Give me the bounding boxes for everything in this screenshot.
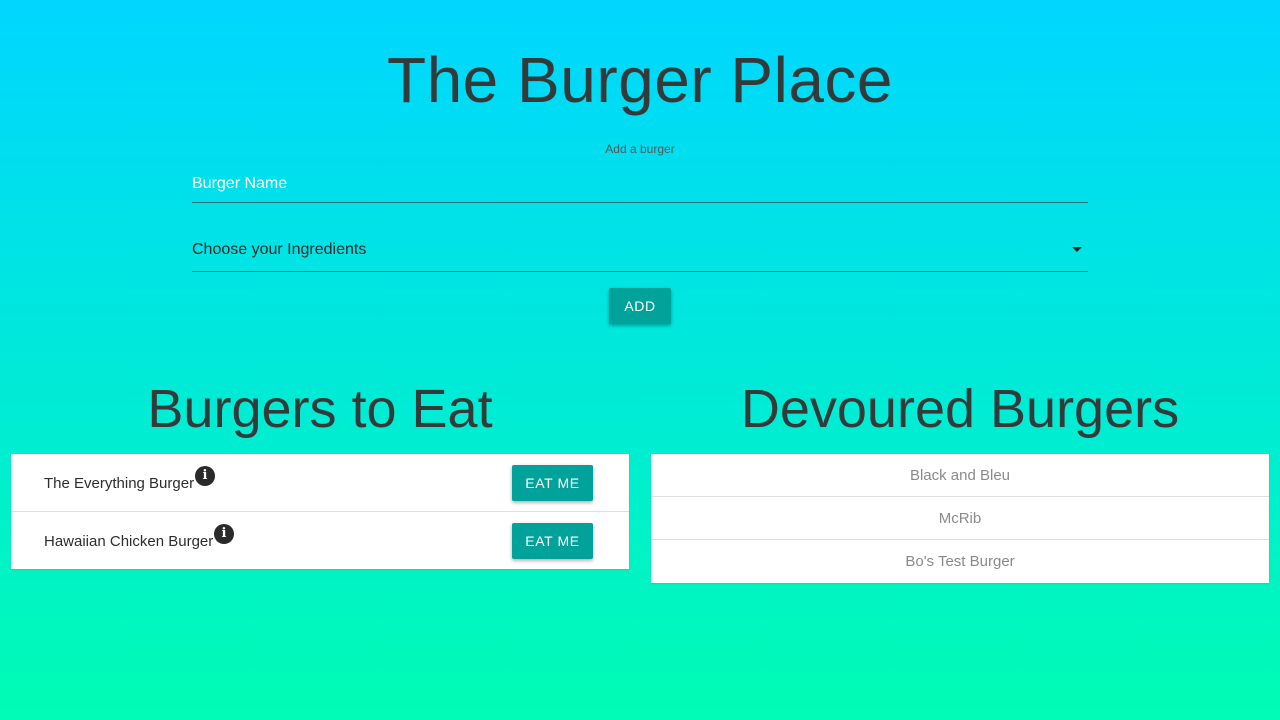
ingredients-select-value: Choose your Ingredients <box>192 241 367 258</box>
burgers-to-eat-list: The Everything Burger i EAT ME Hawaiian … <box>11 454 629 569</box>
ingredients-select[interactable]: Choose your Ingredients <box>192 233 1088 272</box>
burger-name: The Everything Burger <box>44 475 195 492</box>
list-item: The Everything Burger i EAT ME <box>11 454 629 512</box>
devoured-burgers-list: Black and Bleu McRib Bo's Test Burger <box>651 454 1269 583</box>
eat-me-button[interactable]: EAT ME <box>512 465 593 501</box>
burgers-to-eat-title: Burgers to Eat <box>147 379 493 439</box>
list-item: Black and Bleu <box>651 454 1269 497</box>
list-item: Bo's Test Burger <box>905 553 1015 570</box>
info-icon[interactable]: i <box>214 524 234 544</box>
list-item: Hawaiian Chicken Burger i EAT ME <box>11 512 629 569</box>
burger-name: Hawaiian Chicken Burger <box>44 533 214 550</box>
list-item: McRib <box>651 497 1269 540</box>
devoured-burgers-title: Devoured Burgers <box>740 379 1180 439</box>
page-title: The Burger Place <box>386 44 894 116</box>
add-burger-label: Add a burger <box>605 142 675 156</box>
burger-name-input[interactable] <box>192 166 1088 203</box>
info-icon[interactable]: i <box>195 466 215 486</box>
caret-down-icon <box>1072 247 1082 252</box>
add-button[interactable]: ADD <box>609 288 671 324</box>
eat-me-button[interactable]: EAT ME <box>512 523 593 559</box>
